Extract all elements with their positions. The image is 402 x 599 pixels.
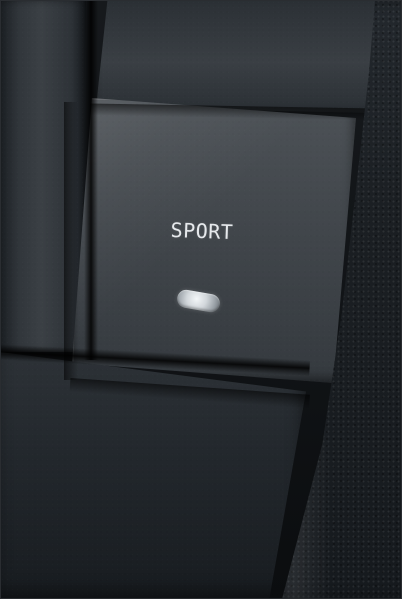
bottom-panel <box>0 352 306 599</box>
left-panel <box>0 0 86 352</box>
sport-label: SPORT <box>170 217 234 245</box>
photo-scene: SPORT <box>0 0 402 599</box>
top-panel <box>96 0 382 113</box>
